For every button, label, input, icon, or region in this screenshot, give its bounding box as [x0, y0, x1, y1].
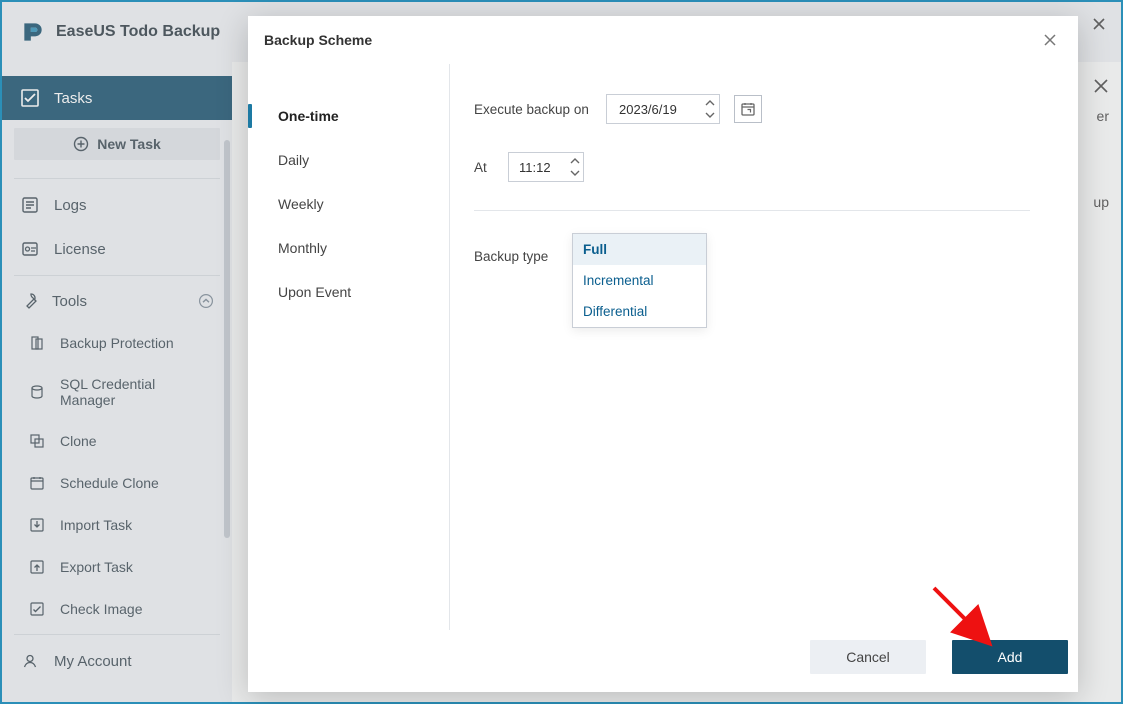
horizontal-separator: [474, 210, 1030, 211]
calendar-icon: [740, 101, 756, 117]
scheme-tab-one-time[interactable]: One-time: [248, 94, 449, 138]
scheme-tab-label: Weekly: [278, 196, 324, 212]
backup-scheme-modal: Backup Scheme One-time Daily Weekly Mont…: [248, 16, 1078, 692]
date-input[interactable]: 2023/6/19: [606, 94, 720, 124]
dropdown-option-differential[interactable]: Differential: [573, 296, 706, 327]
cancel-button[interactable]: Cancel: [810, 640, 926, 674]
scheme-tab-label: Upon Event: [278, 284, 351, 300]
date-value: 2023/6/19: [619, 102, 677, 117]
dropdown-option-incremental[interactable]: Incremental: [573, 265, 706, 296]
modal-header: Backup Scheme: [248, 16, 1078, 64]
execute-label: Execute backup on: [474, 102, 606, 117]
add-button[interactable]: Add: [952, 640, 1068, 674]
scheme-tab-monthly[interactable]: Monthly: [248, 226, 449, 270]
date-spin[interactable]: [700, 96, 719, 122]
backup-type-label: Backup type: [474, 249, 572, 264]
modal-footer: Cancel Add: [248, 630, 1078, 692]
button-label: Cancel: [846, 649, 890, 665]
scheme-nav: One-time Daily Weekly Monthly Upon Event: [248, 64, 449, 630]
scheme-tab-upon-event[interactable]: Upon Event: [248, 270, 449, 314]
modal-body: One-time Daily Weekly Monthly Upon Event…: [248, 64, 1078, 630]
time-spin[interactable]: [566, 154, 583, 180]
dropdown-option-label: Full: [583, 242, 607, 257]
calendar-button[interactable]: [734, 95, 762, 123]
spin-down-icon[interactable]: [567, 167, 583, 180]
scheme-pane: Execute backup on 2023/6/19 At 11:12: [450, 64, 1078, 630]
time-value: 11:12: [519, 160, 551, 175]
row-execute-date: Execute backup on 2023/6/19: [474, 94, 1030, 124]
dropdown-option-label: Differential: [583, 304, 647, 319]
scheme-tab-label: Daily: [278, 152, 309, 168]
scheme-tab-label: Monthly: [278, 240, 327, 256]
modal-close-button[interactable]: [1038, 28, 1062, 52]
dropdown-option-label: Incremental: [583, 273, 654, 288]
spin-down-icon[interactable]: [701, 109, 719, 122]
active-indicator: [248, 104, 252, 128]
time-input[interactable]: 11:12: [508, 152, 584, 182]
scheme-tab-daily[interactable]: Daily: [248, 138, 449, 182]
row-time: At 11:12: [474, 152, 1030, 182]
spin-up-icon[interactable]: [701, 96, 719, 109]
spin-up-icon[interactable]: [567, 154, 583, 167]
modal-title: Backup Scheme: [264, 32, 372, 48]
at-label: At: [474, 160, 508, 175]
scheme-tab-weekly[interactable]: Weekly: [248, 182, 449, 226]
backup-type-dropdown: Full Incremental Differential: [572, 233, 707, 328]
button-label: Add: [998, 649, 1023, 665]
dropdown-option-full[interactable]: Full: [573, 234, 706, 265]
scheme-tab-label: One-time: [278, 108, 339, 124]
row-backup-type: Backup type Full: [474, 241, 1030, 271]
